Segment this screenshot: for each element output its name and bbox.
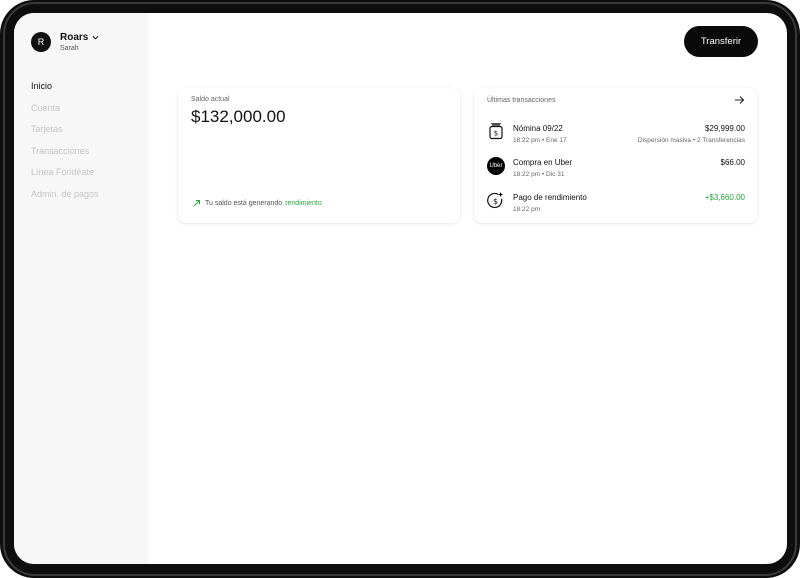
transfer-button[interactable]: Transferir xyxy=(684,26,758,57)
transaction-right: $29,999.00 Dispersión masiva • 2 Transfe… xyxy=(638,124,745,144)
sidebar-nav: Inicio Cuenta Tarjetas Transacciones Lín… xyxy=(31,80,99,210)
account-name-row: Roars xyxy=(60,32,99,43)
transaction-detail-type: Dispersión masiva xyxy=(637,137,692,144)
balance-card: Saldo actual $132,000.00 Tu saldo está g… xyxy=(178,88,460,223)
dollar-yield-icon: $ xyxy=(487,192,503,209)
transactions-title: Últimas transacciones xyxy=(487,97,556,104)
sidebar-item-tarjetas[interactable]: Tarjetas xyxy=(31,123,99,145)
yield-link[interactable]: rendimiento xyxy=(285,200,322,207)
transaction-row[interactable]: $ Nómina 09/22 18:22 pm • Ene 17 $29,999… xyxy=(487,123,745,151)
account-info: Roars Sarah xyxy=(60,32,99,52)
sidebar-item-linea-fondeate[interactable]: Línea Fondéate xyxy=(31,166,99,188)
account-user: Sarah xyxy=(60,45,79,52)
transaction-date: Dic 31 xyxy=(546,171,565,178)
transaction-time: 18:22 pm xyxy=(513,137,541,144)
transaction-name: Nómina 09/22 xyxy=(513,124,563,133)
yield-notice: Tu saldo está generando rendimiento xyxy=(193,199,322,207)
account-switcher[interactable]: R Roars Sarah xyxy=(31,32,99,52)
transaction-meta: 18:22 pm • Dic 31 xyxy=(513,171,572,178)
yield-text: Tu saldo está generando xyxy=(205,199,283,207)
balance-amount: $132,000.00 xyxy=(191,107,286,126)
transaction-time: 18:22 pm xyxy=(513,171,541,178)
transaction-main: Nómina 09/22 18:22 pm • Ene 17 xyxy=(513,124,567,144)
transaction-time: 18:22 pm xyxy=(513,206,541,213)
transaction-meta: 18:22 pm • Ene 17 xyxy=(513,137,567,144)
svg-text:$: $ xyxy=(493,197,498,206)
transaction-main: Compra en Uber 18:22 pm • Dic 31 xyxy=(513,158,572,178)
transaction-detail: Dispersión masiva • 2 Transferencias xyxy=(638,137,745,144)
arrow-up-right-icon xyxy=(194,200,200,206)
account-name: Roars xyxy=(60,32,89,43)
app-screen: R Roars Sarah Inicio Cuenta Tarjetas Tra… xyxy=(14,13,787,564)
transaction-right: $66.00 xyxy=(721,158,745,167)
uber-logo: Uber xyxy=(487,157,505,175)
sidebar: R Roars Sarah Inicio Cuenta Tarjetas Tra… xyxy=(14,13,148,564)
sidebar-item-inicio[interactable]: Inicio xyxy=(31,80,99,102)
transaction-amount: $66.00 xyxy=(720,158,745,167)
payroll-icon: $ xyxy=(489,123,503,140)
transaction-main: Pago de rendimiento 18:22 pm xyxy=(513,193,587,213)
transaction-meta: 18:22 pm xyxy=(513,206,587,213)
chevron-down-icon[interactable] xyxy=(92,35,99,40)
transaction-name: Pago de rendimiento xyxy=(513,193,587,202)
transaction-right: +$3,660.00 xyxy=(705,193,745,202)
sidebar-item-admin-pagos[interactable]: Admin. de pagos xyxy=(31,188,99,210)
device-frame: R Roars Sarah Inicio Cuenta Tarjetas Tra… xyxy=(0,0,800,578)
transaction-detail-count: 2 Transferencias xyxy=(696,137,745,144)
transactions-card: Últimas transacciones $ Nómina 09/22 18:… xyxy=(474,88,757,223)
avatar: R xyxy=(31,32,51,52)
transaction-row[interactable]: $ Pago de rendimiento 18:22 pm +$3,660.0… xyxy=(487,192,745,220)
transaction-row[interactable]: Uber Compra en Uber 18:22 pm • Dic 31 $6… xyxy=(487,157,745,185)
transaction-amount: +$3,660.00 xyxy=(704,193,745,202)
transaction-amount: $29,999.00 xyxy=(704,124,745,133)
balance-label: Saldo actual xyxy=(191,96,230,103)
svg-text:$: $ xyxy=(494,130,498,138)
sidebar-item-cuenta[interactable]: Cuenta xyxy=(31,102,99,124)
arrow-right-icon[interactable] xyxy=(734,95,745,105)
transaction-name: Compra en Uber xyxy=(513,158,573,167)
transaction-date: Ene 17 xyxy=(546,137,567,144)
sidebar-item-transacciones[interactable]: Transacciones xyxy=(31,145,99,167)
